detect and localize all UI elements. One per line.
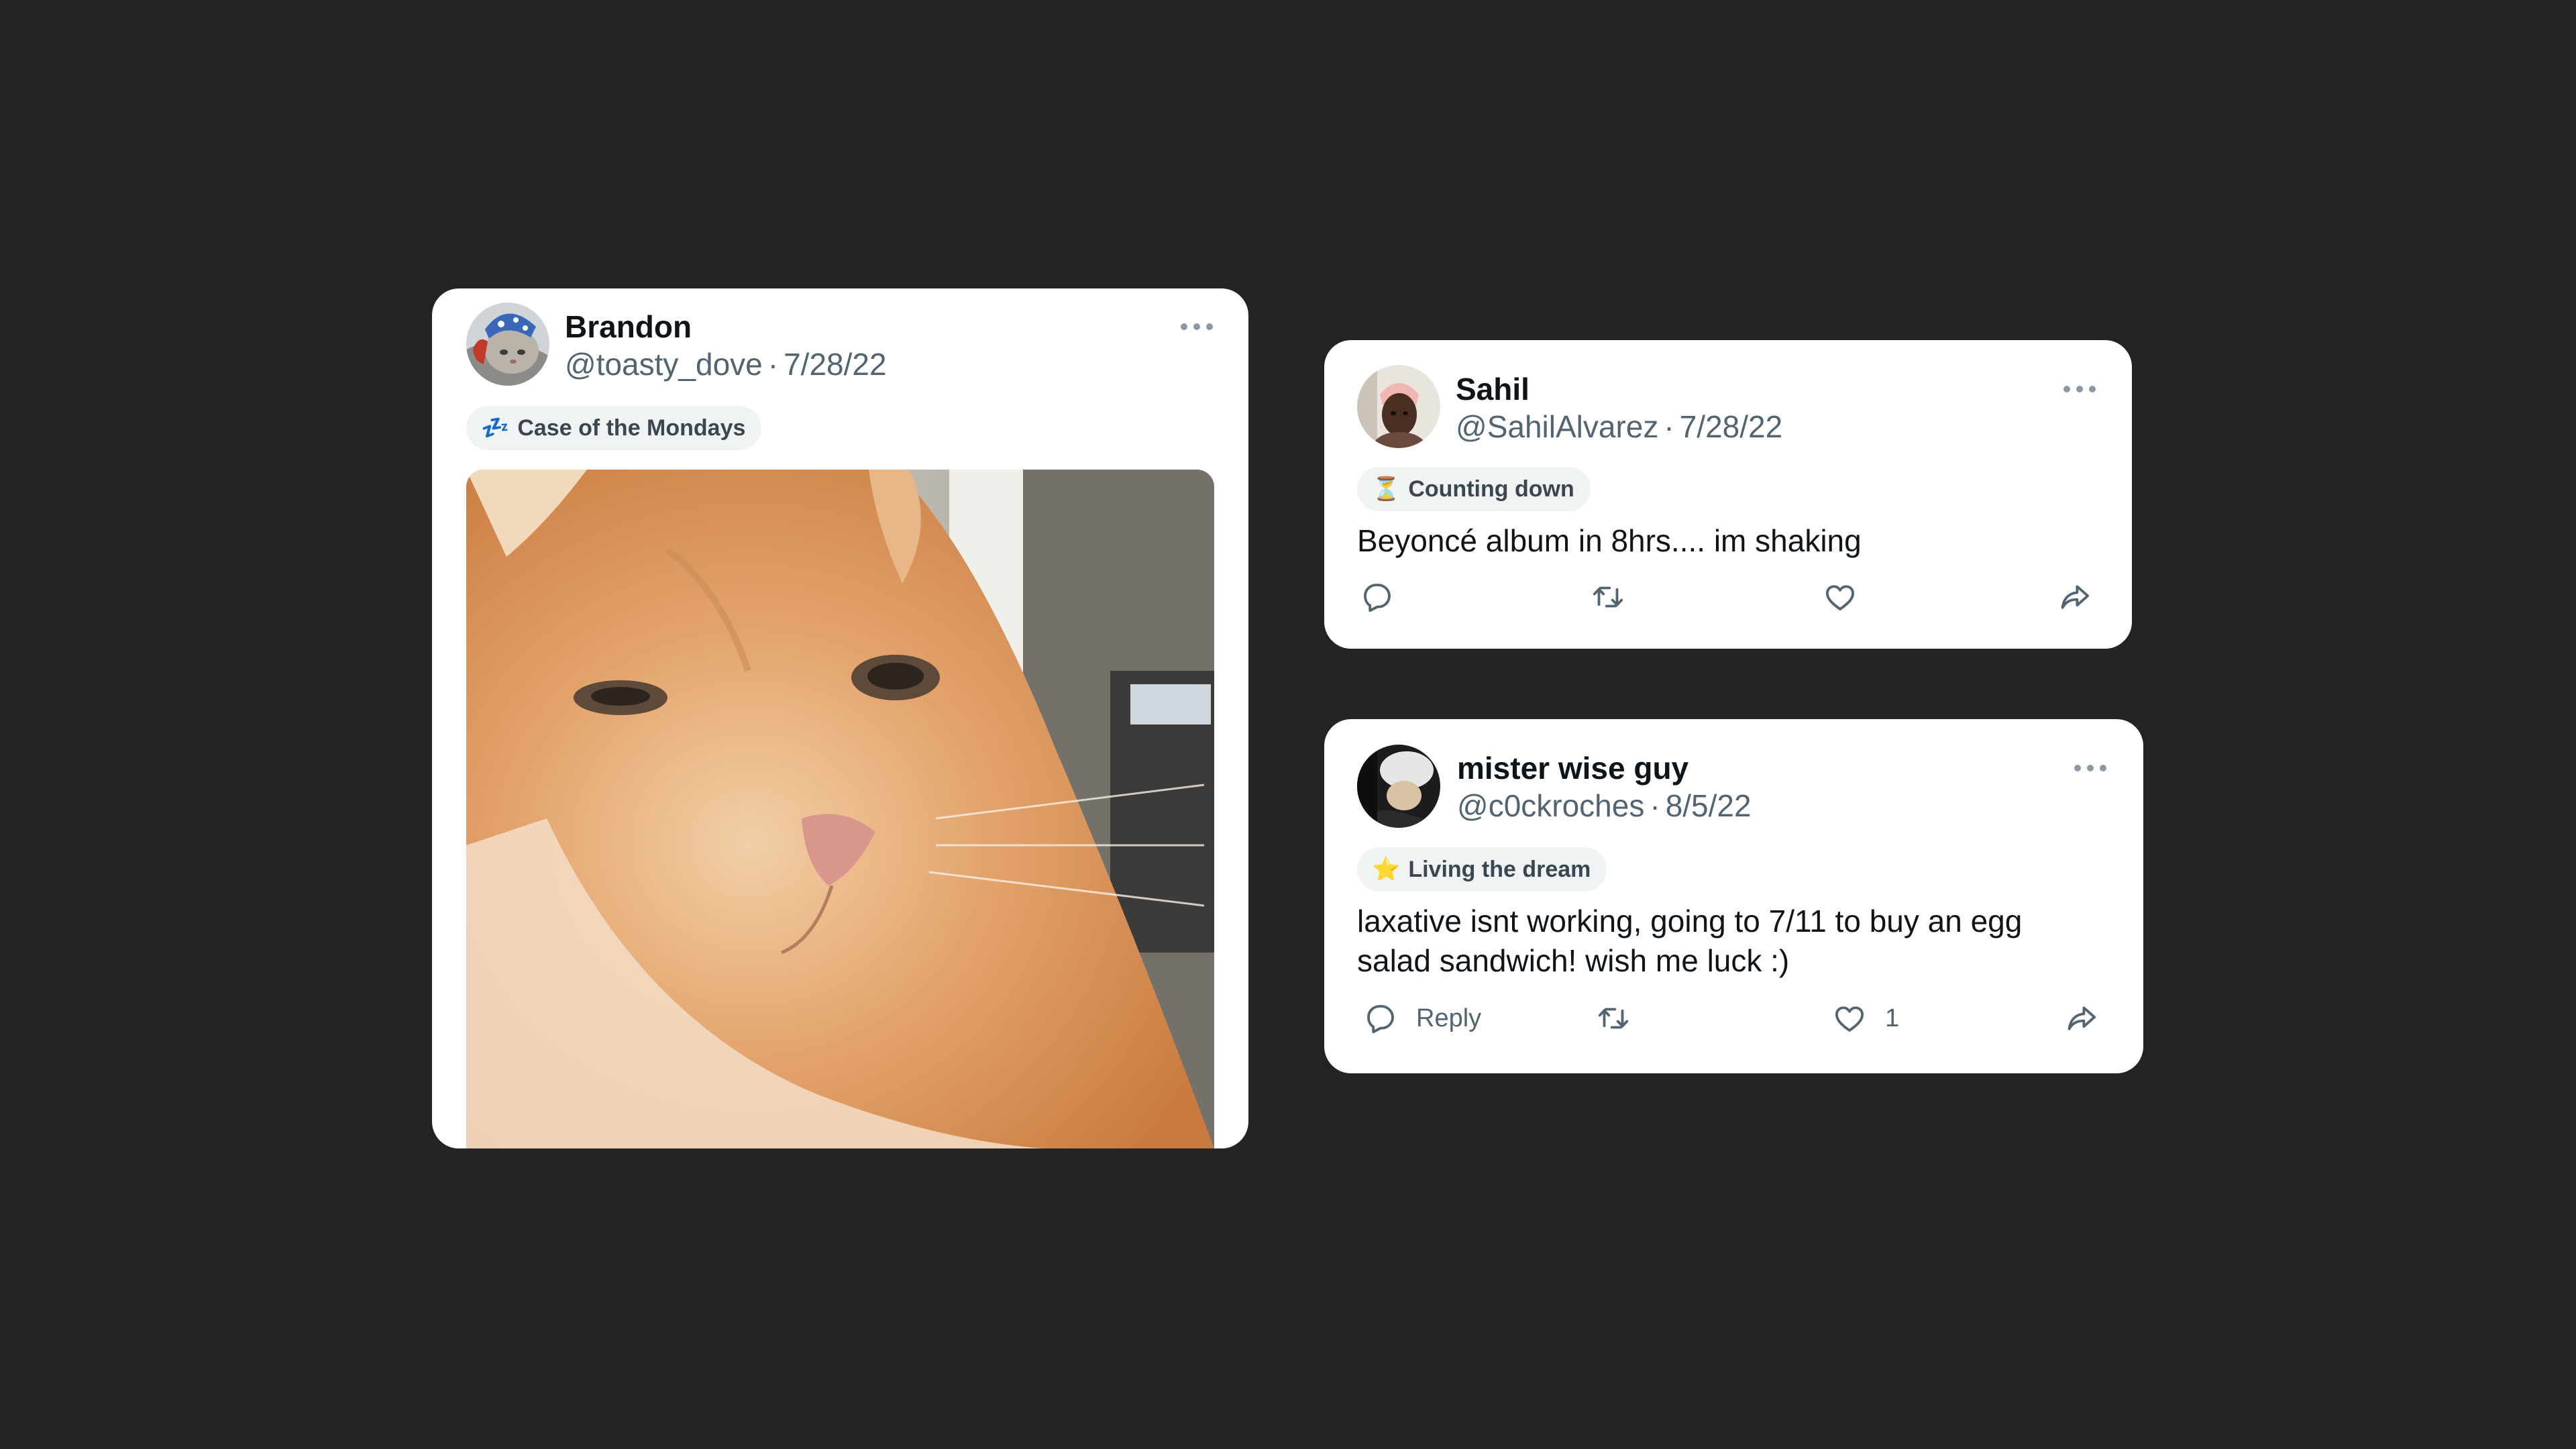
author-meta: @SahilAlvarez · 7/28/22 xyxy=(1456,411,1782,442)
cat-photo-illustration xyxy=(466,470,1214,1148)
author-meta: @toasty_dove · 7/28/22 xyxy=(565,349,887,380)
author-handle[interactable]: @c0ckroches xyxy=(1457,788,1644,823)
status-label: Counting down xyxy=(1408,476,1574,502)
share-button[interactable] xyxy=(2057,579,2093,615)
tweet-card-sahil[interactable]: Sahil @SahilAlvarez · 7/28/22 ⏳ Counting d… xyxy=(1324,340,2132,649)
tweet-card-mister-wise-guy[interactable]: mister wise guy @c0ckroches · 8/5/22 ⭐ Liv… xyxy=(1324,719,2143,1073)
avatar-image xyxy=(1357,745,1440,828)
author-handle[interactable]: @toasty_dove xyxy=(565,347,763,382)
retweet-button[interactable] xyxy=(1595,1000,1631,1036)
tweet-card-brandon[interactable]: Brandon @toasty_dove · 7/28/22 💤 Case of t… xyxy=(432,288,1248,1148)
separator-dot: · xyxy=(1650,788,1660,823)
like-button[interactable]: 1 xyxy=(1831,1000,1899,1036)
author-name[interactable]: Brandon xyxy=(565,311,692,342)
sleep-icon: 💤 xyxy=(481,415,510,441)
retweet-button[interactable] xyxy=(1590,579,1626,615)
reply-icon xyxy=(1364,584,1391,612)
tweet-text-line: salad sandwich! wish me luck :) xyxy=(1357,943,1790,978)
reply-button[interactable]: Reply xyxy=(1362,1000,1481,1036)
separator-dot: · xyxy=(1664,409,1674,444)
reply-button[interactable] xyxy=(1359,579,1395,615)
status-badge[interactable]: ⏳ Counting down xyxy=(1357,467,1591,511)
avatar[interactable] xyxy=(1357,365,1440,448)
share-icon xyxy=(2061,585,2090,609)
more-icon[interactable] xyxy=(2074,765,2106,773)
status-label: Case of the Mondays xyxy=(517,415,746,441)
reply-icon xyxy=(1367,1005,1394,1034)
avatar[interactable] xyxy=(1357,745,1440,828)
author-name[interactable]: Sahil xyxy=(1456,374,1529,405)
post-date[interactable]: 7/28/22 xyxy=(1680,409,1782,444)
share-button[interactable] xyxy=(2063,1000,2100,1036)
status-label: Living the dream xyxy=(1408,856,1591,882)
star-icon: ⭐ xyxy=(1372,856,1401,883)
avatar-image xyxy=(1357,365,1440,448)
share-icon xyxy=(2068,1006,2096,1030)
author-handle[interactable]: @SahilAlvarez xyxy=(1456,409,1658,444)
post-date[interactable]: 8/5/22 xyxy=(1666,788,1752,823)
tweet-text: laxative isnt working, going to 7/11 to … xyxy=(1357,902,2022,981)
retweet-icon xyxy=(1598,1008,1629,1029)
avatar[interactable] xyxy=(466,303,549,386)
like-button[interactable] xyxy=(1822,579,1858,615)
author-meta: @c0ckroches · 8/5/22 xyxy=(1457,790,1752,821)
separator-dot: · xyxy=(767,347,779,382)
status-badge[interactable]: ⭐ Living the dream xyxy=(1357,847,1607,892)
more-icon[interactable] xyxy=(1181,323,1213,331)
author-name[interactable]: mister wise guy xyxy=(1457,753,1688,784)
like-count: 1 xyxy=(1885,1004,1900,1032)
tweet-text: Beyoncé album in 8hrs.... im shaking xyxy=(1357,523,1862,558)
tweet-text-line: laxative isnt working, going to 7/11 to … xyxy=(1357,904,2023,938)
post-date[interactable]: 7/28/22 xyxy=(784,347,886,382)
like-icon xyxy=(1835,1006,1864,1032)
status-badge[interactable]: 💤 Case of the Mondays xyxy=(466,406,762,450)
avatar-image xyxy=(466,303,549,386)
reply-label: Reply xyxy=(1416,1004,1482,1032)
post-image[interactable] xyxy=(466,470,1214,1148)
like-icon xyxy=(1825,585,1855,610)
retweet-icon xyxy=(1593,586,1623,608)
more-icon[interactable] xyxy=(2063,386,2096,394)
hourglass-icon: ⏳ xyxy=(1372,476,1401,502)
